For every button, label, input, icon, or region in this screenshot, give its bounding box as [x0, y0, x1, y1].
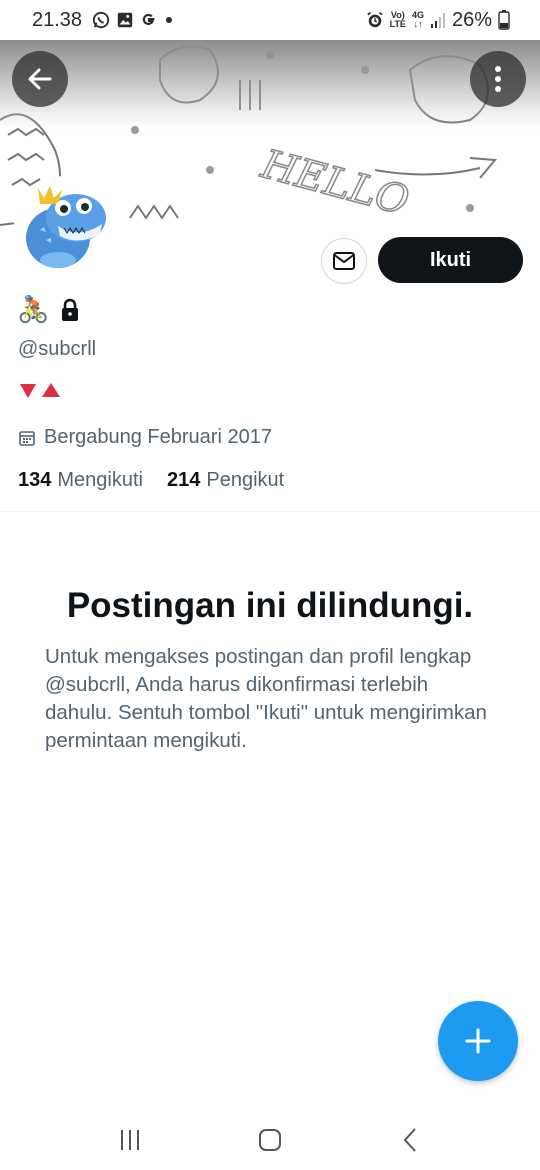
- home-button[interactable]: [240, 1120, 300, 1160]
- back-icon: [403, 1128, 416, 1152]
- followers-count: 214: [166, 469, 201, 491]
- whatsapp-icon: [92, 11, 110, 29]
- followers-label: Pengikut: [206, 469, 285, 491]
- following-link[interactable]: 134 Mengikuti: [18, 469, 143, 492]
- arrow-left-icon: [28, 68, 52, 90]
- display-name-row: 🚴🏽: [17, 294, 81, 325]
- alarm-icon: [366, 12, 383, 28]
- mail-icon: [333, 252, 355, 270]
- banner-shade: [0, 40, 540, 130]
- join-date: Bergabung Februari 2017: [18, 426, 272, 449]
- system-nav-bar: [0, 1110, 540, 1170]
- message-button[interactable]: [321, 238, 367, 284]
- status-left: 21.38: [32, 9, 174, 32]
- profile-avatar[interactable]: [14, 176, 114, 276]
- display-name-emoji: 🚴🏽: [17, 294, 50, 324]
- following-count: 134: [18, 469, 52, 491]
- network-type-indicator: 4G ↓↑: [411, 10, 424, 29]
- volte-indicator: Vo) LTE: [389, 10, 406, 29]
- protected-body: Untuk mengakses postingan dan profil len…: [45, 645, 487, 752]
- profile-bio: [18, 380, 62, 400]
- join-date-text: Bergabung Februari 2017: [44, 426, 272, 448]
- banner-hello-text: HELLO: [256, 141, 414, 225]
- red-triangle-down-icon: [20, 384, 36, 398]
- back-button[interactable]: [12, 51, 68, 107]
- plus-icon: [465, 1028, 491, 1054]
- following-label: Mengikuti: [57, 469, 143, 491]
- nav-back-button[interactable]: [380, 1120, 440, 1160]
- more-vertical-icon: [495, 66, 501, 92]
- compose-button[interactable]: [438, 1001, 518, 1081]
- more-options-button[interactable]: [470, 51, 526, 107]
- recent-apps-icon: [121, 1130, 139, 1150]
- follow-button[interactable]: Ikuti: [378, 237, 523, 283]
- google-icon: [142, 13, 155, 25]
- recent-apps-button[interactable]: [100, 1120, 160, 1160]
- profile-handle: @subcrll: [18, 338, 97, 360]
- signal-icon: [430, 13, 445, 28]
- follow-stats: 134 Mengikuti 214 Pengikut: [18, 469, 284, 492]
- gallery-icon: [117, 12, 133, 28]
- divider: [0, 511, 540, 512]
- followers-link[interactable]: 214 Pengikut: [167, 469, 284, 492]
- dot-icon: [166, 17, 173, 23]
- status-bar: 21.38 Vo) LTE 4G ↓↑ 26%: [0, 0, 540, 40]
- calendar-icon: [19, 430, 35, 446]
- battery-percent: 26%: [451, 8, 492, 31]
- status-right: Vo) LTE 4G ↓↑ 26%: [366, 9, 510, 32]
- red-triangle-up-icon: [42, 383, 60, 397]
- home-icon: [259, 1129, 281, 1151]
- dinosaur-avatar-image: [18, 180, 110, 272]
- protected-title: Postingan ini dilindungi.: [66, 586, 474, 625]
- battery-icon: [498, 10, 510, 30]
- lock-icon: [62, 298, 79, 321]
- status-time: 21.38: [32, 8, 83, 31]
